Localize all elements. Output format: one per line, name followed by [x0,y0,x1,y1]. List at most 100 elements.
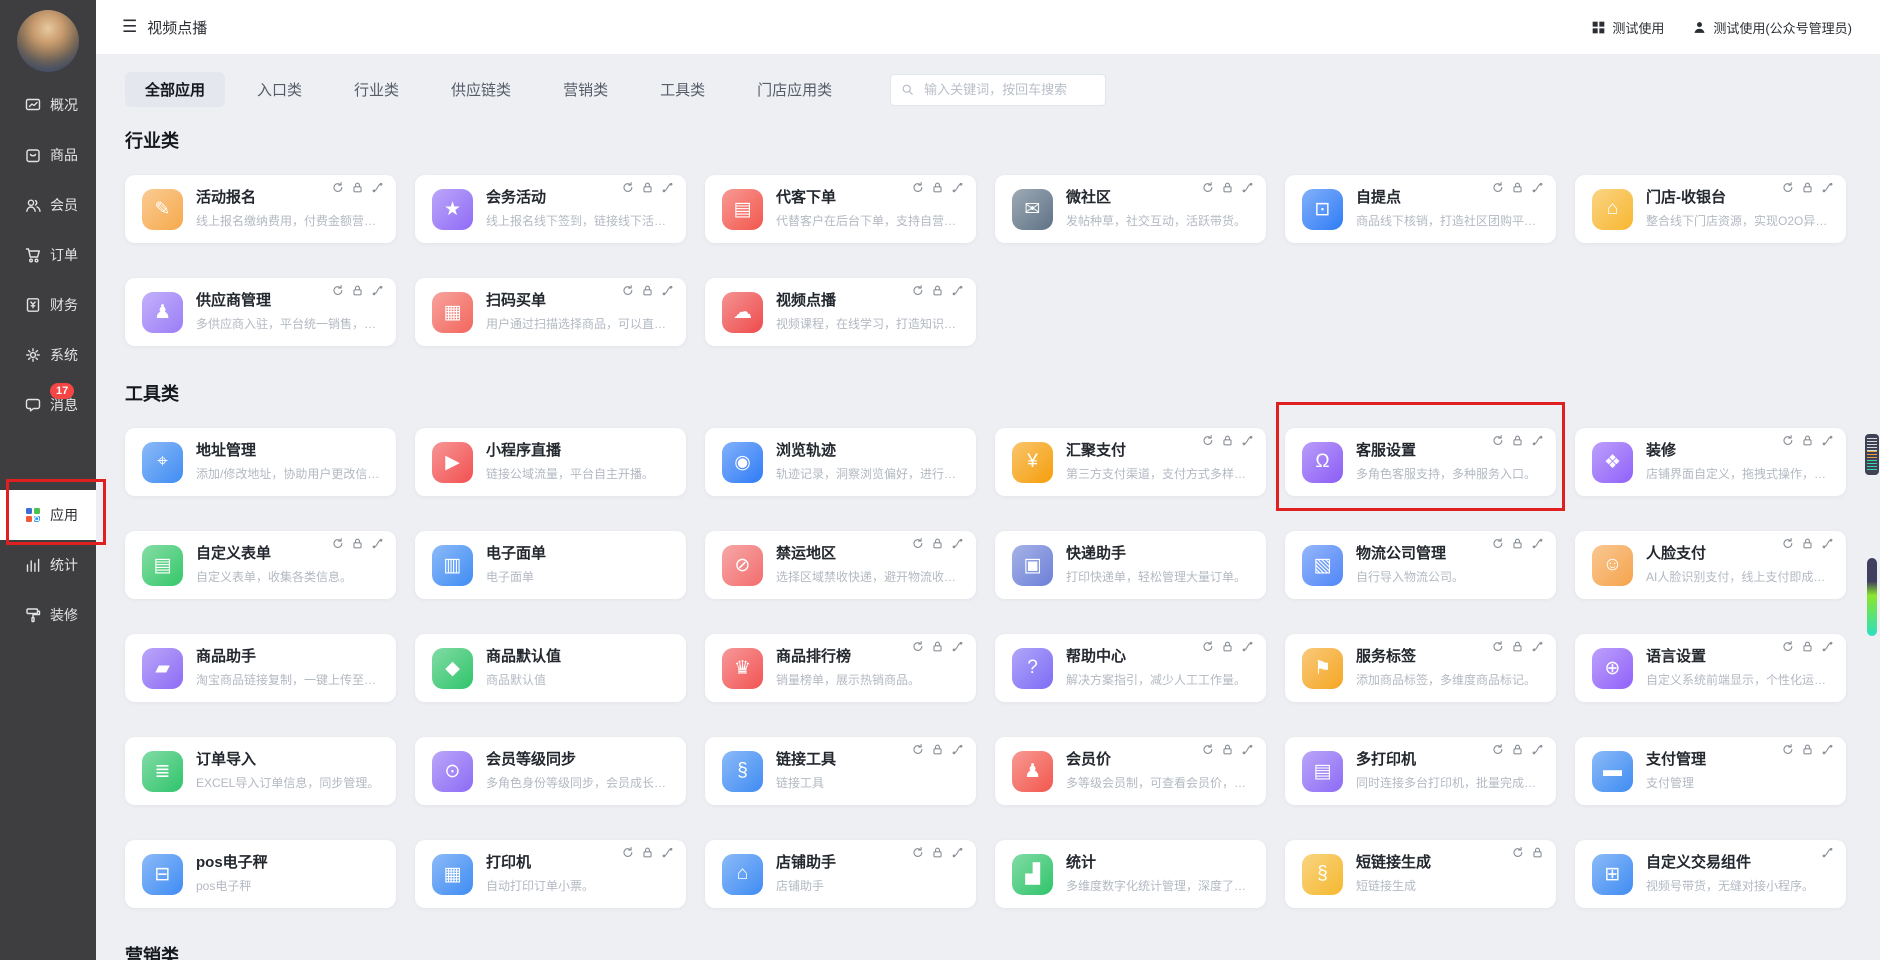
sidebar-item-members[interactable]: 会员 [0,180,96,230]
sync-icon[interactable] [1201,743,1214,756]
link-icon[interactable] [1821,181,1834,194]
link-icon[interactable] [371,284,384,297]
tab-marketing[interactable]: 营销类 [543,72,628,107]
avatar[interactable] [17,10,79,72]
lock-icon[interactable] [1801,434,1814,447]
app-card[interactable]: ⊞ 自定义交易组件 视频号带货，无缝对接小程序。 [1575,840,1846,908]
app-card[interactable]: ▰ 商品助手 淘宝商品链接复制，一键上传至… [125,634,396,702]
app-card[interactable]: ❖ 装修 店铺界面自定义，拖拽式操作，… [1575,428,1846,496]
app-card[interactable]: ▧ 物流公司管理 自行导入物流公司。 [1285,531,1556,599]
app-card[interactable]: ▣ 快递助手 打印快递单，轻松管理大量订单。 [995,531,1266,599]
account-menu[interactable]: 测试使用(公众号管理员) [1692,18,1852,37]
lock-icon[interactable] [1511,181,1524,194]
lock-icon[interactable] [1801,743,1814,756]
lock-icon[interactable] [931,846,944,859]
lock-icon[interactable] [1511,434,1524,447]
app-card[interactable]: ⌂ 门店-收银台 整合线下门店资源，实现O2O异… [1575,175,1846,243]
app-card[interactable]: ▤ 代客下单 代替客户在后台下单，支持自营… [705,175,976,243]
link-icon[interactable] [1821,846,1834,859]
link-icon[interactable] [1531,537,1544,550]
sync-icon[interactable] [911,846,924,859]
sidebar-item-messages[interactable]: 消息 17 [0,380,96,430]
link-icon[interactable] [1821,537,1834,550]
app-card[interactable]: ⊡ 自提点 商品线下核销，打造社区团购平… [1285,175,1556,243]
sync-icon[interactable] [1781,640,1794,653]
app-card[interactable]: ▬ 支付管理 支付管理 [1575,737,1846,805]
sync-icon[interactable] [1491,537,1504,550]
sync-icon[interactable] [911,640,924,653]
link-icon[interactable] [1241,434,1254,447]
sync-icon[interactable] [1511,846,1524,859]
app-card[interactable]: ♟ 会员价 多等级会员制，可查看会员价，… [995,737,1266,805]
link-icon[interactable] [951,743,964,756]
link-icon[interactable] [1821,743,1834,756]
lock-icon[interactable] [931,181,944,194]
lock-icon[interactable] [641,181,654,194]
link-icon[interactable] [951,640,964,653]
sync-icon[interactable] [1201,181,1214,194]
app-card[interactable]: ♛ 商品排行榜 销量榜单，展示热销商品。 [705,634,976,702]
app-card[interactable]: ? 帮助中心 解决方案指引，减少人工工作量。 [995,634,1266,702]
lock-icon[interactable] [1531,846,1544,859]
sync-icon[interactable] [911,284,924,297]
lock-icon[interactable] [351,537,364,550]
workspace-switcher[interactable]: 测试使用 [1591,18,1664,37]
lock-icon[interactable] [641,284,654,297]
app-card[interactable]: ≣ 订单导入 EXCEL导入订单信息，同步管理。 [125,737,396,805]
link-icon[interactable] [951,537,964,550]
sync-icon[interactable] [621,846,634,859]
app-card[interactable]: ◉ 浏览轨迹 轨迹记录，洞察浏览偏好，进行… [705,428,976,496]
app-card[interactable]: ✉ 微社区 发帖种草，社交互动，活跃带货。 [995,175,1266,243]
link-icon[interactable] [1531,181,1544,194]
app-card[interactable]: § 链接工具 链接工具 [705,737,976,805]
sidebar-item-system[interactable]: 系统 [0,330,96,380]
link-icon[interactable] [1821,434,1834,447]
lock-icon[interactable] [931,640,944,653]
lock-icon[interactable] [351,284,364,297]
app-card[interactable]: ▟ 统计 多维度数字化统计管理，深度了… [995,840,1266,908]
sync-icon[interactable] [1781,743,1794,756]
app-card[interactable]: ¥ 汇聚支付 第三方支付渠道，支付方式多样… [995,428,1266,496]
lock-icon[interactable] [931,284,944,297]
sidebar-item-overview[interactable]: 概况 [0,80,96,130]
sync-icon[interactable] [331,537,344,550]
sidebar-item-stats[interactable]: 统计 [0,540,96,590]
lock-icon[interactable] [1221,640,1234,653]
link-icon[interactable] [1241,743,1254,756]
sync-icon[interactable] [1201,434,1214,447]
sync-icon[interactable] [1781,434,1794,447]
lock-icon[interactable] [931,537,944,550]
sidebar-item-apps[interactable]: 应用 [0,479,106,545]
lock-icon[interactable] [931,743,944,756]
sync-icon[interactable] [1491,181,1504,194]
lock-icon[interactable] [641,846,654,859]
sync-icon[interactable] [331,181,344,194]
lock-icon[interactable] [1221,743,1234,756]
lock-icon[interactable] [1221,434,1234,447]
sidebar-item-finance[interactable]: 财务 [0,280,96,330]
lock-icon[interactable] [1511,640,1524,653]
app-card[interactable]: ▦ 打印机 自动打印订单小票。 [415,840,686,908]
link-icon[interactable] [1241,640,1254,653]
tab-tools[interactable]: 工具类 [640,72,725,107]
app-card[interactable]: ▶ 小程序直播 链接公域流量，平台自主开播。 [415,428,686,496]
app-card[interactable]: ☺ 人脸支付 AI人脸识别支付，线上支付即成… [1575,531,1846,599]
link-icon[interactable] [1531,434,1544,447]
sync-icon[interactable] [1491,434,1504,447]
sync-icon[interactable] [1491,640,1504,653]
lock-icon[interactable] [1511,537,1524,550]
app-card[interactable]: ▥ 电子面单 电子面单 [415,531,686,599]
link-icon[interactable] [951,846,964,859]
sidebar-item-orders[interactable]: 订单 [0,230,96,280]
sync-icon[interactable] [621,284,634,297]
app-card[interactable]: ⊕ 语言设置 自定义系统前端显示，个性化运… [1575,634,1846,702]
lock-icon[interactable] [1801,537,1814,550]
app-card[interactable]: ◆ 商品默认值 商品默认值 [415,634,686,702]
app-card[interactable]: ▦ 扫码买单 用户通过扫描选择商品，可以直… [415,278,686,346]
sync-icon[interactable] [1491,743,1504,756]
sync-icon[interactable] [1781,181,1794,194]
sync-icon[interactable] [1781,537,1794,550]
link-icon[interactable] [661,284,674,297]
link-icon[interactable] [1531,640,1544,653]
sync-icon[interactable] [911,743,924,756]
